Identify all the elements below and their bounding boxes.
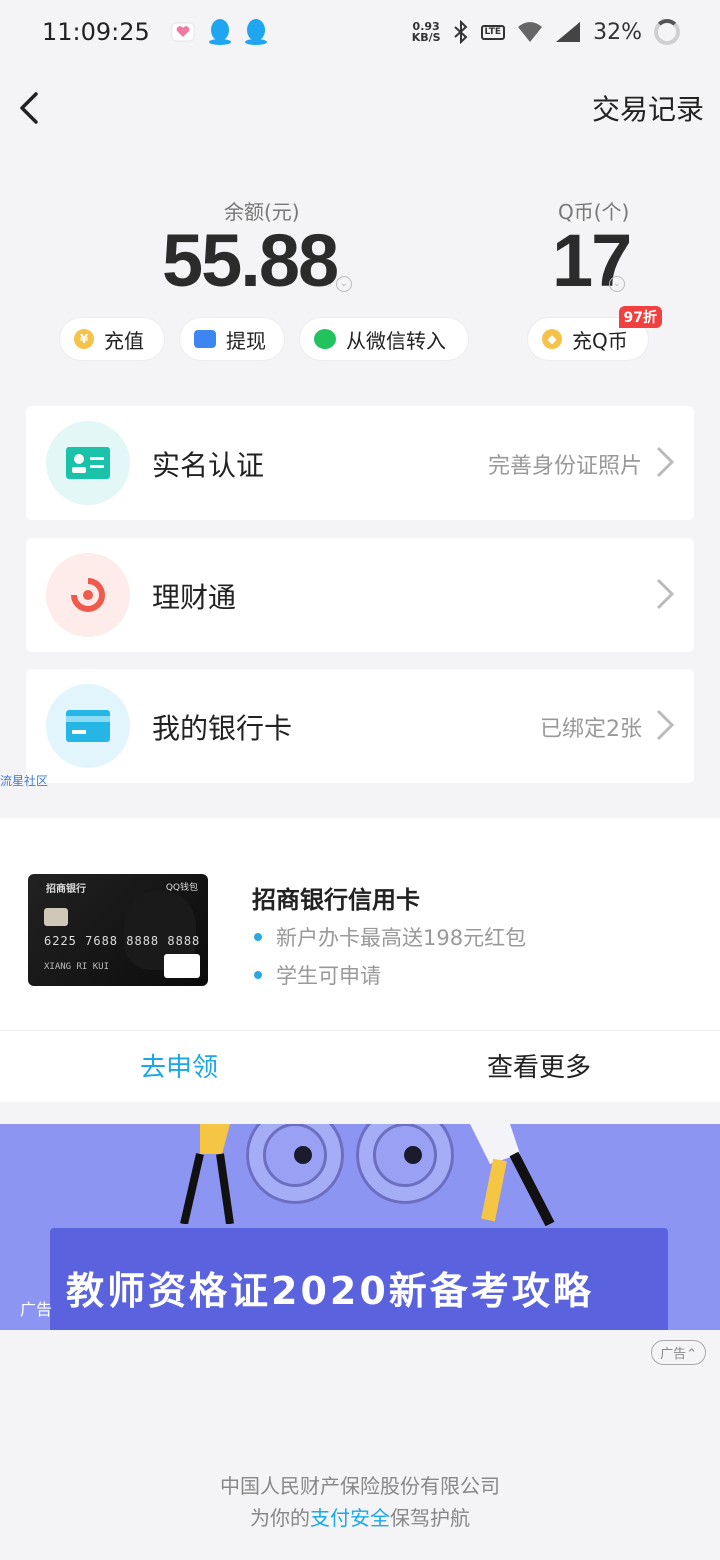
id-card-icon — [46, 421, 130, 505]
footer-slogan: 为你的支付安全保驾护航 — [250, 1506, 470, 1530]
card-holder: XIANG RI KUI — [44, 962, 110, 972]
recharge-label: 充值 — [104, 328, 144, 353]
credit-card-image: 招商银行 QQ钱包 6225 7688 8888 8888 XIANG RI K… — [28, 874, 208, 986]
eye-graphic — [246, 1124, 344, 1204]
status-bar: 11:09:25 0.93 KB/S LTE 32% — [0, 0, 720, 64]
wifi-icon — [518, 22, 543, 42]
bullet-dot — [254, 933, 262, 941]
balance-value[interactable]: 55.88 — [162, 218, 339, 303]
ad-bullet: 新户办卡最高送198元红包 — [254, 922, 526, 952]
ad-bullet-text: 新户办卡最高送198元红包 — [276, 926, 527, 950]
battery-icon — [654, 19, 680, 45]
credit-card-ad[interactable]: 招商银行 QQ钱包 6225 7688 8888 8888 XIANG RI K… — [0, 818, 720, 1102]
ad-bullet: 学生可申请 — [254, 960, 381, 990]
eye-graphic — [356, 1124, 454, 1204]
chip-icon — [44, 908, 68, 926]
chevron-right-icon — [656, 446, 675, 478]
qq-icon — [244, 19, 267, 45]
card-title: 我的银行卡 — [152, 712, 293, 745]
wealth-card[interactable]: 理财通 — [26, 538, 694, 652]
bank-cards-card[interactable]: 我的银行卡 已绑定2张 — [26, 669, 694, 783]
heart-app-icon — [171, 22, 195, 42]
card-wallet-logo: QQ钱包 — [165, 883, 198, 893]
nav-bar: 交易记录 — [0, 64, 720, 154]
discount-badge: 97折 — [618, 306, 662, 328]
person-graphic — [180, 1124, 234, 1224]
back-arrow-icon[interactable] — [12, 86, 52, 130]
volte-icon: LTE — [480, 24, 506, 40]
network-speed: 0.93 KB/S — [411, 20, 441, 44]
bluetooth-icon — [453, 20, 467, 44]
person-graphic — [470, 1124, 555, 1227]
ad-banner[interactable]: 教师资格证2020新备考攻略 广告 — [0, 1124, 720, 1330]
card-subtitle: 已绑定2张 — [540, 717, 642, 742]
status-time: 11:09:25 — [42, 18, 150, 46]
bullet-dot — [254, 971, 262, 979]
signal-icon — [556, 22, 581, 42]
wealth-icon — [46, 553, 130, 637]
chevron-right-icon — [656, 709, 675, 741]
watermark: 流星社区 — [0, 774, 49, 788]
card-number: 6225 7688 8888 8888 — [44, 934, 201, 948]
recharge-qcoin-label: 充Q币 — [572, 328, 628, 353]
transaction-records-link[interactable]: 交易记录 — [592, 88, 704, 128]
status-right: 0.93 KB/S LTE 32% — [412, 19, 680, 45]
ad-actions: 去申领 查看更多 — [0, 1030, 720, 1102]
footer-company: 中国人民财产保险股份有限公司 — [220, 1474, 500, 1498]
recharge-qcoin-button[interactable]: ◆ 充Q币 97折 — [528, 306, 662, 360]
banner-ad-label: 广告 — [20, 1300, 53, 1319]
balance-expand-icon[interactable]: ⌄ — [336, 276, 352, 292]
apply-button[interactable]: 去申领 — [140, 1047, 218, 1084]
wechat-icon — [314, 329, 336, 349]
wallet-icon — [194, 330, 216, 348]
ad-bullet-text: 学生可申请 — [276, 964, 381, 988]
qcoin-icon: ◆ — [542, 329, 562, 349]
withdraw-label: 提现 — [226, 328, 266, 353]
status-app-icons — [170, 18, 268, 46]
banner-text: 教师资格证2020新备考攻略 — [66, 1269, 594, 1313]
from-wechat-label: 从微信转入 — [346, 328, 446, 353]
footer-highlight: 支付安全 — [310, 1506, 390, 1530]
battery-percent: 32% — [593, 19, 642, 45]
withdraw-button[interactable]: 提现 — [180, 318, 284, 360]
card-bank-name: 招商银行 — [46, 884, 86, 895]
card-title: 理财通 — [152, 581, 237, 614]
bank-card-icon — [46, 684, 130, 768]
card-subtitle: 完善身份证照片 — [487, 454, 642, 479]
from-wechat-button[interactable]: 从微信转入 — [300, 318, 468, 360]
real-name-card[interactable]: 实名认证 完善身份证照片 — [26, 406, 694, 520]
footer: 中国人民财产保险股份有限公司 为你的支付安全保驾护航 — [0, 1470, 720, 1534]
unionpay-logo — [164, 954, 200, 978]
ad-title: 招商银行信用卡 — [252, 886, 420, 914]
qcoin-expand-icon[interactable]: ⌄ — [609, 276, 625, 292]
recharge-button[interactable]: ¥ 充值 — [60, 318, 164, 360]
chevron-right-icon — [656, 578, 675, 610]
ad-options-tag[interactable]: 广告⌃ — [651, 1340, 706, 1365]
yuan-coin-icon: ¥ — [74, 329, 94, 349]
view-more-button[interactable]: 查看更多 — [487, 1047, 591, 1084]
qq-icon — [208, 19, 231, 45]
card-title: 实名认证 — [152, 449, 265, 482]
